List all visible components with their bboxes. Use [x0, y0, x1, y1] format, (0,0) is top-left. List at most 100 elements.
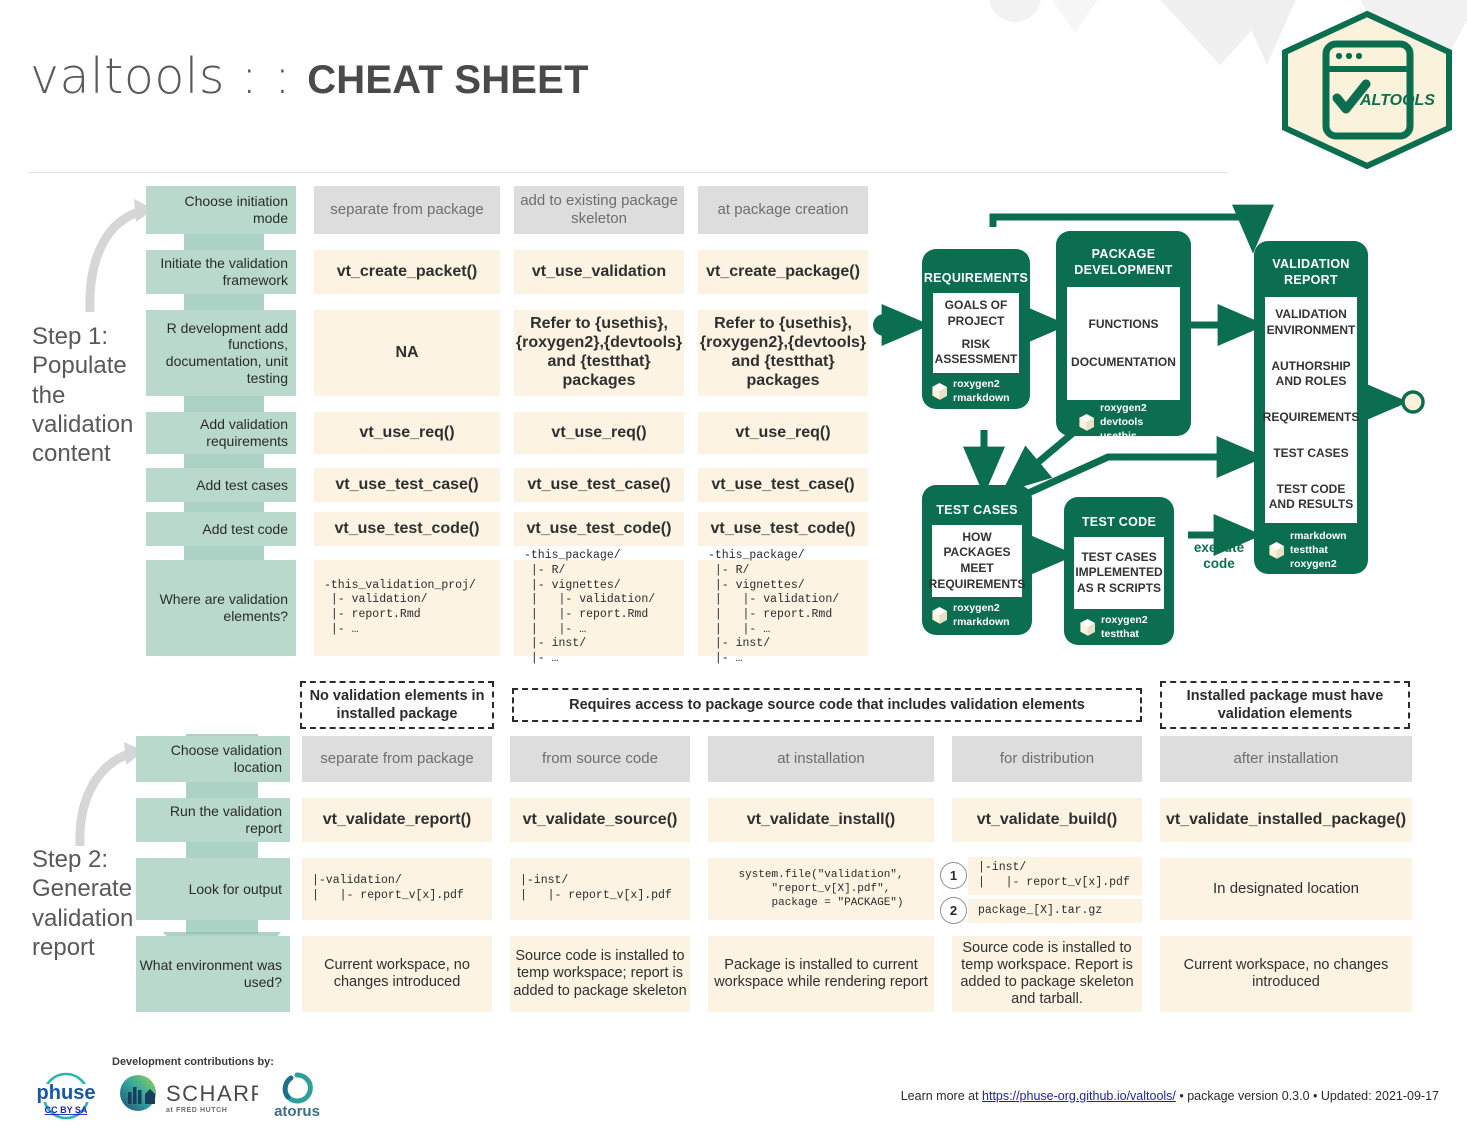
- step2-col1-run: vt_validate_source(): [510, 798, 690, 842]
- valtools-docs-link[interactable]: https://phuse-org.github.io/valtools/: [982, 1089, 1176, 1103]
- step1-row-label-1: Initiate the validation framework: [146, 250, 296, 294]
- step1-col0-test-cases: vt_use_test_case(): [314, 468, 500, 502]
- step2-col0-location: separate from package: [302, 736, 492, 782]
- flow-node-package-development-inner: FUNCTIONS DOCUMENTATION: [1067, 287, 1180, 400]
- phuse-wordmark: phuse: [37, 1082, 96, 1104]
- step1-col0-mode: separate from package: [314, 186, 500, 234]
- flow-node-validation-report: VALIDATION REPORT VALIDATION ENVIRONMENT…: [1254, 241, 1368, 574]
- step2-col3-environment: Source code is installed to temp workspa…: [952, 936, 1142, 1012]
- atorus-wordmark: atorus: [274, 1103, 320, 1120]
- valtools-hex-logo: ALTOOLS: [1274, 10, 1460, 170]
- phuse-logo: phuse CC BY SA: [36, 1072, 96, 1120]
- step1-col1-requirements: vt_use_req(): [514, 412, 684, 454]
- flow-node-test-code: TEST CODE TEST CASES IMPLEMENTED AS R SC…: [1064, 497, 1174, 645]
- step1-col0-development: NA: [314, 310, 500, 396]
- step2-col4-environment: Current workspace, no changes introduced: [1160, 936, 1412, 1012]
- page-title: valtools : : CHEAT SHEET: [30, 48, 589, 105]
- step2-row-label-0: Choose validation location: [136, 736, 290, 782]
- flow-node-requirements-title: REQUIREMENTS: [923, 271, 1029, 285]
- page-title-light: valtools : :: [30, 48, 308, 105]
- flow-node-test-cases-title: TEST CASES: [936, 503, 1018, 517]
- step1-col2-requirements: vt_use_req(): [698, 412, 868, 454]
- flow-node-package-development-title: PACKAGE DEVELOPMENT: [1074, 247, 1173, 277]
- step2-col3-output-2: package_[X].tar.gz: [968, 899, 1142, 923]
- step2-col4-location: after installation: [1160, 736, 1412, 782]
- flow-node-test-code-packages: roxygen2 testthat: [1079, 613, 1148, 641]
- step1-row-label-6: Where are validation elements?: [146, 560, 296, 656]
- step2-col3-badge-1: 1: [940, 862, 967, 889]
- step2-row-label-3: What environment was used?: [136, 936, 290, 1012]
- step1-col1-tree: -this_package/ |- R/ |- vignettes/ | |- …: [514, 549, 684, 665]
- step2-group-header-0: No validation elements in installed pack…: [300, 681, 494, 729]
- step1-row-label-0: Choose initiation mode: [146, 186, 296, 234]
- step2-col0-environment: Current workspace, no changes introduced: [302, 936, 492, 1012]
- step2-group-header-1: Requires access to package source code t…: [512, 688, 1142, 722]
- step2-col2-environment: Package is installed to current workspac…: [708, 936, 934, 1012]
- flow-node-package-development: PACKAGE DEVELOPMENT FUNCTIONS DOCUMENTAT…: [1056, 231, 1191, 442]
- flow-node-test-cases-inner: HOW PACKAGES MEET REQUIREMENTS: [929, 525, 1025, 597]
- header-divider: [28, 172, 1228, 173]
- step2-col3-run: vt_validate_build(): [952, 798, 1142, 842]
- flow-node-validation-report-packages: rmarkdown testthat roxygen2: [1268, 529, 1347, 572]
- flow-node-test-code-title: TEST CODE: [1081, 515, 1157, 529]
- cheat-sheet-page: valtools : : CHEAT SHEET ALTOOLS Step 1:…: [0, 0, 1467, 1133]
- step1-row-label-2: R development add functions, documentati…: [146, 310, 296, 396]
- step1-col2-development: Refer to {usethis}, {roxygen2},{devtools…: [698, 310, 868, 396]
- step2-group-header-2: Installed package must have validation e…: [1160, 681, 1410, 729]
- scharp-logo: SCHARP at FRED HUTCH: [120, 1075, 258, 1114]
- step1-col0-initiate: vt_create_packet(): [314, 250, 500, 294]
- step2-col3-location: for distribution: [952, 736, 1142, 782]
- cc-by-sa-label: CC BY SA: [45, 1105, 88, 1115]
- step2-col3-badge-2: 2: [940, 897, 967, 924]
- step2-col1-location: from source code: [510, 736, 690, 782]
- step2-row-label-2: Look for output: [136, 858, 290, 920]
- flow-node-test-cases: TEST CASES HOW PACKAGES MEET REQUIREMENT…: [922, 485, 1032, 635]
- step1-col2-initiate: vt_create_package(): [698, 250, 868, 294]
- scharp-subtitle: at FRED HUTCH: [166, 1107, 227, 1114]
- flow-node-test-code-inner: TEST CASES IMPLEMENTED AS R SCRIPTS: [1074, 537, 1164, 609]
- flow-node-requirements: REQUIREMENTS GOALS OF PROJECT RISK ASSES…: [922, 249, 1030, 409]
- step2-col4-output: In designated location: [1160, 858, 1412, 920]
- flow-node-package-development-packages: roxygen2 devtools usethis: [1078, 401, 1147, 444]
- package-icon: [1079, 618, 1096, 637]
- step1-col2-test-code: vt_use_test_code(): [698, 512, 868, 546]
- flow-node-requirements-inner: GOALS OF PROJECT RISK ASSESSMENT: [933, 293, 1019, 373]
- step1-row-label-4: Add test cases: [146, 468, 296, 502]
- step1-col2-tree: -this_package/ |- R/ |- vignettes/ | |- …: [698, 549, 868, 665]
- step1-col1-initiate: vt_use_validation: [514, 250, 684, 294]
- flow-node-test-cases-packages: roxygen2 rmarkdown: [931, 601, 1010, 629]
- step1-col1-development: Refer to {usethis}, {roxygen2},{devtools…: [514, 310, 684, 396]
- package-icon: [931, 382, 948, 401]
- step1-col1-test-cases: vt_use_test_case(): [514, 468, 684, 502]
- validation-flowchart: REQUIREMENTS GOALS OF PROJECT RISK ASSES…: [868, 195, 1464, 655]
- step1-caption: Step 1: Populate the validation content: [32, 323, 134, 468]
- step1-col2-mode: at package creation: [698, 186, 868, 234]
- step2-col4-run: vt_validate_installed_package(): [1160, 798, 1412, 842]
- step1-row-label-5: Add test code: [146, 512, 296, 546]
- package-icon: [1268, 541, 1285, 560]
- step1-col0-test-code: vt_use_test_code(): [314, 512, 500, 546]
- flow-edge-label-execute-code: execute code: [1193, 540, 1245, 572]
- flow-node-requirements-packages: roxygen2 rmarkdown: [931, 377, 1010, 405]
- footer-learn-suffix: • package version 0.3.0 • Updated: 2021-…: [1175, 1089, 1439, 1103]
- package-icon: [1078, 413, 1095, 432]
- scharp-wordmark: SCHARP: [166, 1081, 258, 1106]
- step2-col3-output-1: |-inst/ | |- report_v[x].pdf: [968, 857, 1142, 895]
- step1-col1-mode: add to existing package skeleton: [514, 186, 684, 234]
- step2-col0-output: |-validation/ | |- report_v[x].pdf: [302, 858, 492, 920]
- step1-col2-test-cases: vt_use_test_case(): [698, 468, 868, 502]
- step1-row-label-3: Add validation requirements: [146, 412, 296, 454]
- flow-node-validation-report-inner: VALIDATION ENVIRONMENT AUTHORSHIP AND RO…: [1263, 297, 1359, 523]
- flow-end-node: [1401, 390, 1425, 414]
- step2-col1-output: |-inst/ | |- report_v[x].pdf: [510, 858, 690, 920]
- step2-col2-output: system.file("validation", "report_v[X].p…: [708, 858, 934, 920]
- page-title-bold: CHEAT SHEET: [307, 58, 589, 102]
- step2-col1-environment: Source code is installed to temp workspa…: [510, 936, 690, 1012]
- step1-col1-test-code: vt_use_test_code(): [514, 512, 684, 546]
- footer-learn-more: Learn more at https://phuse-org.github.i…: [901, 1089, 1439, 1103]
- step2-col0-run: vt_validate_report(): [302, 798, 492, 842]
- flow-start-node: [873, 314, 895, 336]
- step1-col0-tree: -this_validation_proj/ |- validation/ |-…: [314, 560, 500, 656]
- step2-col2-location: at installation: [708, 736, 934, 782]
- logo-wordmark: ALTOOLS: [1359, 92, 1435, 109]
